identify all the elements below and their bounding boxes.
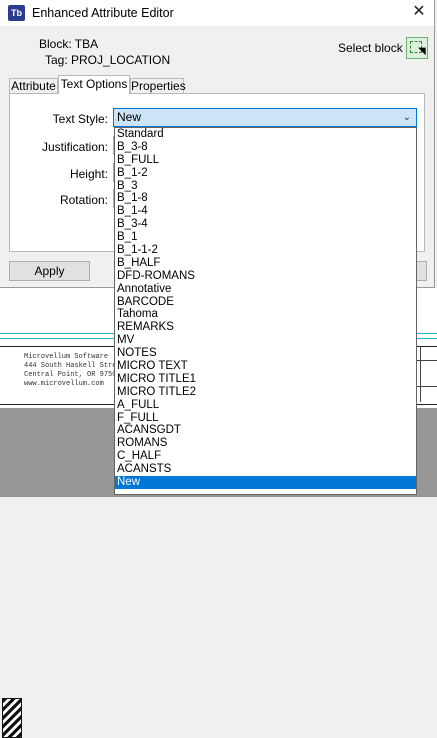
title-block-line: Central Point, OR 97502 <box>24 371 121 379</box>
close-button[interactable]: ✕ <box>404 0 434 26</box>
title-block-line: www.microvellum.com <box>24 380 104 388</box>
text-style-select[interactable]: New ⌄ <box>113 108 417 127</box>
window-title: Enhanced Attribute Editor <box>32 6 174 20</box>
dropdown-option[interactable]: BARCODE <box>115 296 416 309</box>
rotation-label: Rotation: <box>59 193 108 207</box>
dropdown-option[interactable]: Tahoma <box>115 308 416 321</box>
select-block-button[interactable]: ◥ <box>406 37 428 59</box>
company-logo-icon <box>2 698 22 738</box>
chevron-down-icon: ⌄ <box>402 112 411 123</box>
dropdown-option[interactable]: NOTES <box>115 347 416 360</box>
dropdown-option[interactable]: ROMANS <box>115 437 416 450</box>
dropdown-option[interactable]: New <box>115 476 416 489</box>
dropdown-option[interactable]: B_1-2 <box>115 167 416 180</box>
dropdown-option[interactable]: A_FULL <box>115 399 416 412</box>
select-block-label: Select block <box>338 41 403 55</box>
dropdown-option[interactable]: MICRO TITLE2 <box>115 386 416 399</box>
dropdown-option[interactable]: REMARKS <box>115 321 416 334</box>
dropdown-option[interactable]: Standard <box>115 128 416 141</box>
text-style-label: Text Style: <box>52 112 108 126</box>
company-title-block: Microvellum Software 444 South Haskell S… <box>0 347 125 738</box>
height-label: Height: <box>69 167 108 181</box>
dropdown-option[interactable]: B_3-8 <box>115 141 416 154</box>
app-icon: Tb <box>8 5 25 21</box>
dropdown-option[interactable]: C_HALF <box>115 450 416 463</box>
dropdown-option[interactable]: B_3-4 <box>115 218 416 231</box>
title-block-line: Microvellum Software <box>24 353 109 361</box>
tab-attribute[interactable]: Attribute <box>9 78 58 93</box>
tag-name-label: Tag: PROJ_LOCATION <box>45 53 171 67</box>
tab-text-options[interactable]: Text Options <box>58 75 130 94</box>
dropdown-option[interactable]: F_FULL <box>115 412 416 425</box>
dropdown-option[interactable]: MICRO TITLE1 <box>115 373 416 386</box>
title-block-line: 444 South Haskell Street <box>24 362 125 370</box>
text-style-dropdown-list[interactable]: Standard B_3-8 B_FULL B_1-2 B_3 B_1-8 B_1-4 B_3… <box>114 127 417 495</box>
tab-properties[interactable]: Properties <box>130 78 186 93</box>
dropdown-option[interactable]: B_HALF <box>115 257 416 270</box>
dropdown-option[interactable]: B_FULL <box>115 154 416 167</box>
justification-label: Justification: <box>41 140 108 154</box>
title-bar[interactable]: Tb Enhanced Attribute Editor ✕ <box>0 0 434 26</box>
dropdown-option[interactable]: ACANSTS <box>115 463 416 476</box>
block-name-label: Block: TBA <box>39 37 99 51</box>
dropdown-option[interactable]: ACANSGDT <box>115 424 416 437</box>
dropdown-option[interactable]: DFD-ROMANS <box>115 270 416 283</box>
apply-button[interactable]: Apply <box>9 261 90 281</box>
cursor-icon: ◥ <box>418 46 426 57</box>
dropdown-option[interactable]: Annotative <box>115 283 416 296</box>
text-style-value: New <box>117 110 142 124</box>
dropdown-option[interactable]: B_1-4 <box>115 205 416 218</box>
dropdown-option[interactable]: MV <box>115 334 416 347</box>
dropdown-option[interactable]: MICRO TEXT <box>115 360 416 373</box>
dropdown-option[interactable]: B_3 <box>115 180 416 193</box>
dropdown-option[interactable]: B_1-1-2 <box>115 244 416 257</box>
dropdown-option[interactable]: B_1-8 <box>115 192 416 205</box>
dropdown-option[interactable]: B_1 <box>115 231 416 244</box>
